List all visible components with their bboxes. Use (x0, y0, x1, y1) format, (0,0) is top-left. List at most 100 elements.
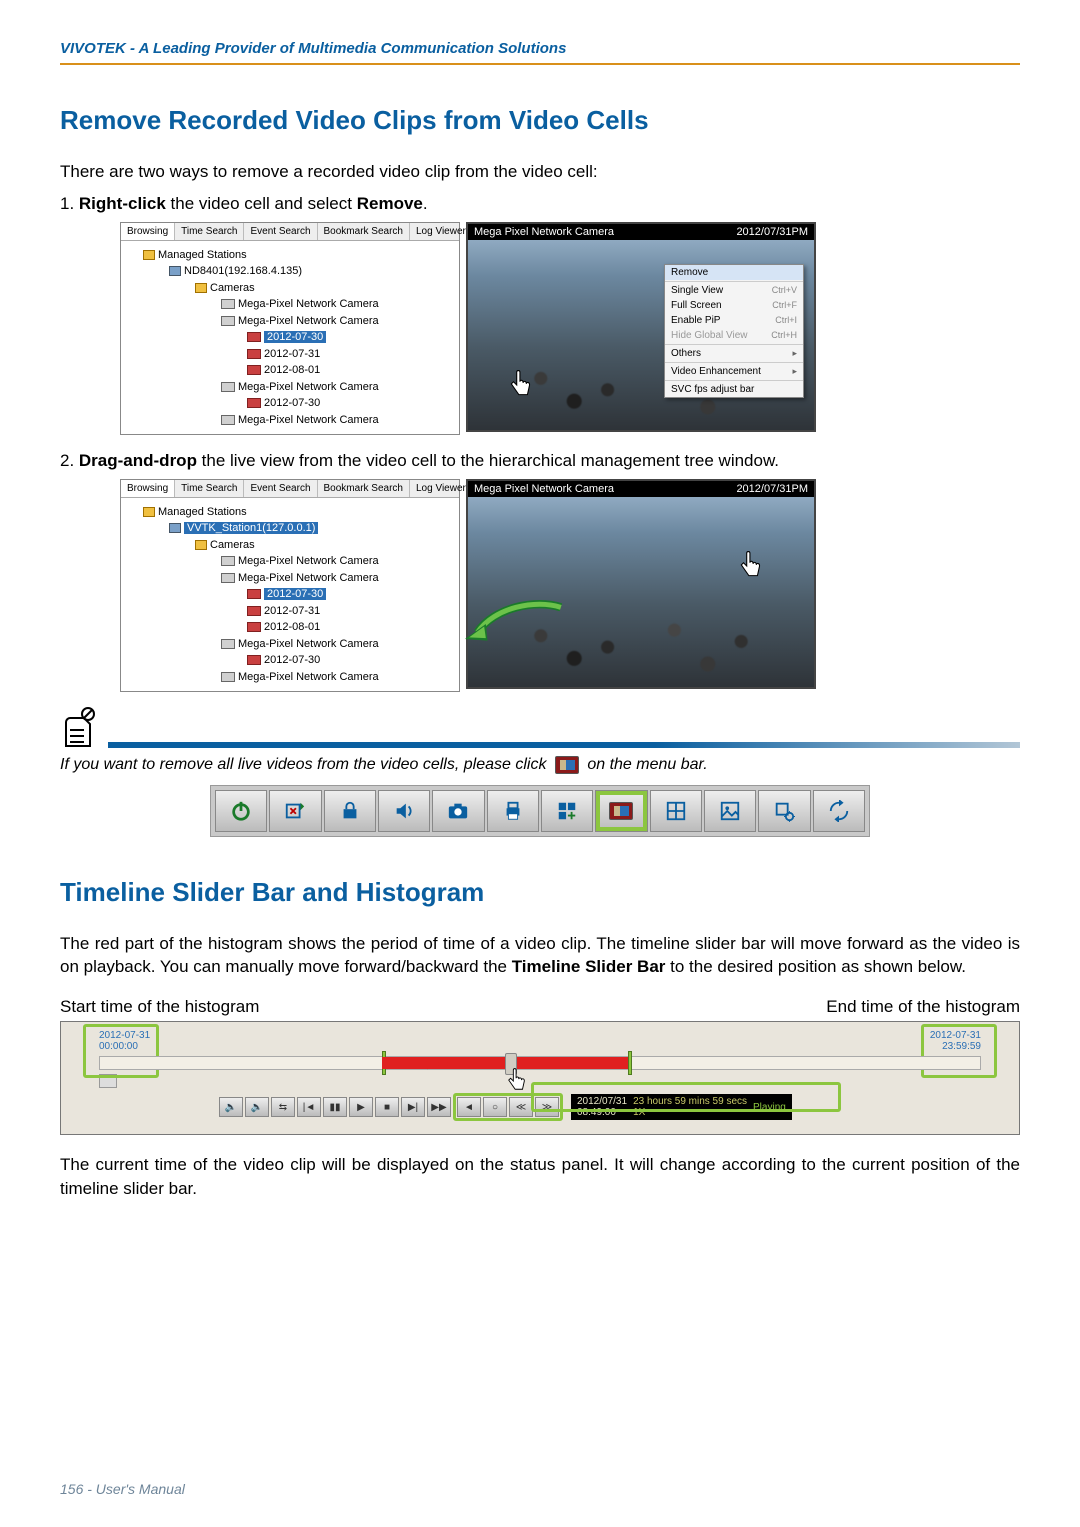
ctrl-vol[interactable]: 🔈 (219, 1097, 243, 1117)
node-cameras[interactable]: Cameras (125, 537, 455, 554)
label-end-time: End time of the histogram (826, 997, 1020, 1017)
toolbar-print-icon[interactable] (487, 790, 539, 832)
page-footer: 156 - User's Manual (60, 1481, 185, 1497)
remove-all-icon (555, 756, 579, 774)
note-text: If you want to remove all live videos fr… (60, 756, 1020, 774)
toolbar-audio-icon[interactable] (378, 790, 430, 832)
node-station[interactable]: VVTK_Station1(127.0.0.1) (125, 520, 455, 537)
timeline-track[interactable]: ◄━━━ (99, 1056, 981, 1070)
node-date[interactable]: 2012-07-31 (125, 603, 455, 620)
menu-toolbar (210, 785, 870, 837)
ctx-enable-pip[interactable]: Enable PiPCtrl+I (665, 313, 803, 328)
ctrl-stop[interactable]: ■ (375, 1097, 399, 1117)
ctrl-next[interactable]: ▶▶ (427, 1097, 451, 1117)
tree-tabs: Browsing Time Search Event Search Bookma… (121, 223, 459, 241)
node-root[interactable]: Managed Stations (125, 504, 455, 521)
range-handle-right[interactable] (628, 1051, 632, 1075)
timeline-desc-2: The current time of the video clip will … (60, 1153, 1020, 1201)
cursor-icon (508, 370, 534, 400)
tab-log-viewer[interactable]: Log Viewer (410, 223, 473, 240)
tab-browsing[interactable]: Browsing (121, 223, 175, 240)
intro-text: There are two ways to remove a recorded … (60, 160, 1020, 184)
toolbar-lock-icon[interactable] (324, 790, 376, 832)
note-divider (60, 706, 1020, 748)
node-root[interactable]: Managed Stations (125, 247, 455, 264)
node-cam[interactable]: Mega-Pixel Network Camera (125, 570, 455, 587)
ctx-others[interactable]: Others (665, 346, 803, 361)
node-cameras[interactable]: Cameras (125, 280, 455, 297)
timeline-desc: The red part of the histogram shows the … (60, 932, 1020, 980)
node-date[interactable]: 2012-07-30 (125, 329, 455, 346)
node-date[interactable]: 2012-08-01 (125, 362, 455, 379)
node-cam[interactable]: Mega-Pixel Network Camera (125, 412, 455, 429)
tab-event-search[interactable]: Event Search (244, 480, 317, 497)
ctrl-rew[interactable]: ≪ (509, 1097, 533, 1117)
node-date[interactable]: 2012-07-30 (125, 395, 455, 412)
step1-bold2: Remove (357, 194, 423, 213)
note-icon (60, 706, 98, 748)
ctrl-step-back[interactable]: ◄ (457, 1097, 481, 1117)
node-cam[interactable]: Mega-Pixel Network Camera (125, 379, 455, 396)
ctx-single-view[interactable]: Single ViewCtrl+V (665, 283, 803, 298)
toolbar-power-icon[interactable] (215, 790, 267, 832)
video-ts: 2012/07/31PM (736, 226, 808, 238)
tab-time-search[interactable]: Time Search (175, 480, 244, 497)
tab-event-search[interactable]: Event Search (244, 223, 317, 240)
node-cam[interactable]: Mega-Pixel Network Camera (125, 313, 455, 330)
toolbar-align-icon[interactable] (541, 790, 593, 832)
node-date[interactable]: 2012-07-30 (125, 586, 455, 603)
ctrl-loop[interactable]: ○ (483, 1097, 507, 1117)
tab-browsing[interactable]: Browsing (121, 480, 175, 497)
toolbar-refresh-icon[interactable] (813, 790, 865, 832)
node-date[interactable]: 2012-07-31 (125, 346, 455, 363)
toolbar-remove-all-icon[interactable] (595, 790, 647, 832)
toolbar-settings-icon[interactable] (758, 790, 810, 832)
node-date[interactable]: 2012-08-01 (125, 619, 455, 636)
ctx-hide-global[interactable]: Hide Global ViewCtrl+H (665, 328, 803, 343)
tree-tabs: Browsing Time Search Event Search Bookma… (121, 480, 459, 498)
toolbar-image-icon[interactable] (704, 790, 756, 832)
node-cam[interactable]: Mega-Pixel Network Camera (125, 669, 455, 686)
node-date[interactable]: 2012-07-30 (125, 652, 455, 669)
toolbar-export-icon[interactable] (269, 790, 321, 832)
tab-time-search[interactable]: Time Search (175, 223, 244, 240)
cursor-icon (506, 1068, 528, 1097)
tab-bookmark-search[interactable]: Bookmark Search (318, 223, 410, 240)
page-header: VIVOTEK - A Leading Provider of Multimed… (60, 40, 1020, 63)
node-cam[interactable]: Mega-Pixel Network Camera (125, 296, 455, 313)
video-cell-1[interactable]: Mega Pixel Network Camera 2012/07/31PM R… (466, 222, 816, 432)
ctrl-skip-back[interactable]: |◄ (297, 1097, 321, 1117)
video-header: Mega Pixel Network Camera 2012/07/31PM (468, 481, 814, 497)
video-cell-2[interactable]: Mega Pixel Network Camera 2012/07/31PM (466, 479, 816, 689)
ctx-remove[interactable]: Remove (665, 265, 803, 280)
video-preview (474, 568, 808, 681)
step-1: 1. Right-click the video cell and select… (60, 192, 1020, 216)
step1-bold1: Right-click (79, 194, 166, 213)
step2-bold: Drag-and-drop (79, 451, 197, 470)
ctx-svc[interactable]: SVC fps adjust bar (665, 382, 803, 397)
video-header: Mega Pixel Network Camera 2012/07/31PM (468, 224, 814, 240)
tree-panel-2: Browsing Time Search Event Search Bookma… (120, 479, 460, 693)
ctrl-vol2[interactable]: 🔈 (245, 1097, 269, 1117)
tree-body-2: Managed Stations VVTK_Station1(127.0.0.1… (121, 498, 459, 692)
section-title-remove: Remove Recorded Video Clips from Video C… (60, 105, 1020, 136)
video-name: Mega Pixel Network Camera (474, 483, 614, 495)
tab-log-viewer[interactable]: Log Viewer (410, 480, 473, 497)
step-2: 2. Drag-and-drop the live view from the … (60, 449, 1020, 473)
step1-post: . (423, 194, 428, 213)
screenshot-1: Browsing Time Search Event Search Bookma… (120, 222, 1020, 436)
node-station[interactable]: ND8401(192.168.4.135) (125, 263, 455, 280)
toolbar-camera-icon[interactable] (432, 790, 484, 832)
toolbar-grid-icon[interactable] (650, 790, 702, 832)
ctx-enhancement[interactable]: Video Enhancement (665, 364, 803, 379)
ctx-full-screen[interactable]: Full ScreenCtrl+F (665, 298, 803, 313)
ctrl-skip-fwd[interactable]: ▶| (401, 1097, 425, 1117)
tree-body-1: Managed Stations ND8401(192.168.4.135) C… (121, 241, 459, 435)
ctrl-play[interactable]: ▶ (349, 1097, 373, 1117)
ctrl-pause[interactable]: ▮▮ (323, 1097, 347, 1117)
ctrl-sync[interactable]: ⇆ (271, 1097, 295, 1117)
node-cam[interactable]: Mega-Pixel Network Camera (125, 553, 455, 570)
step1-mid: the video cell and select (166, 194, 357, 213)
tab-bookmark-search[interactable]: Bookmark Search (318, 480, 410, 497)
node-cam[interactable]: Mega-Pixel Network Camera (125, 636, 455, 653)
